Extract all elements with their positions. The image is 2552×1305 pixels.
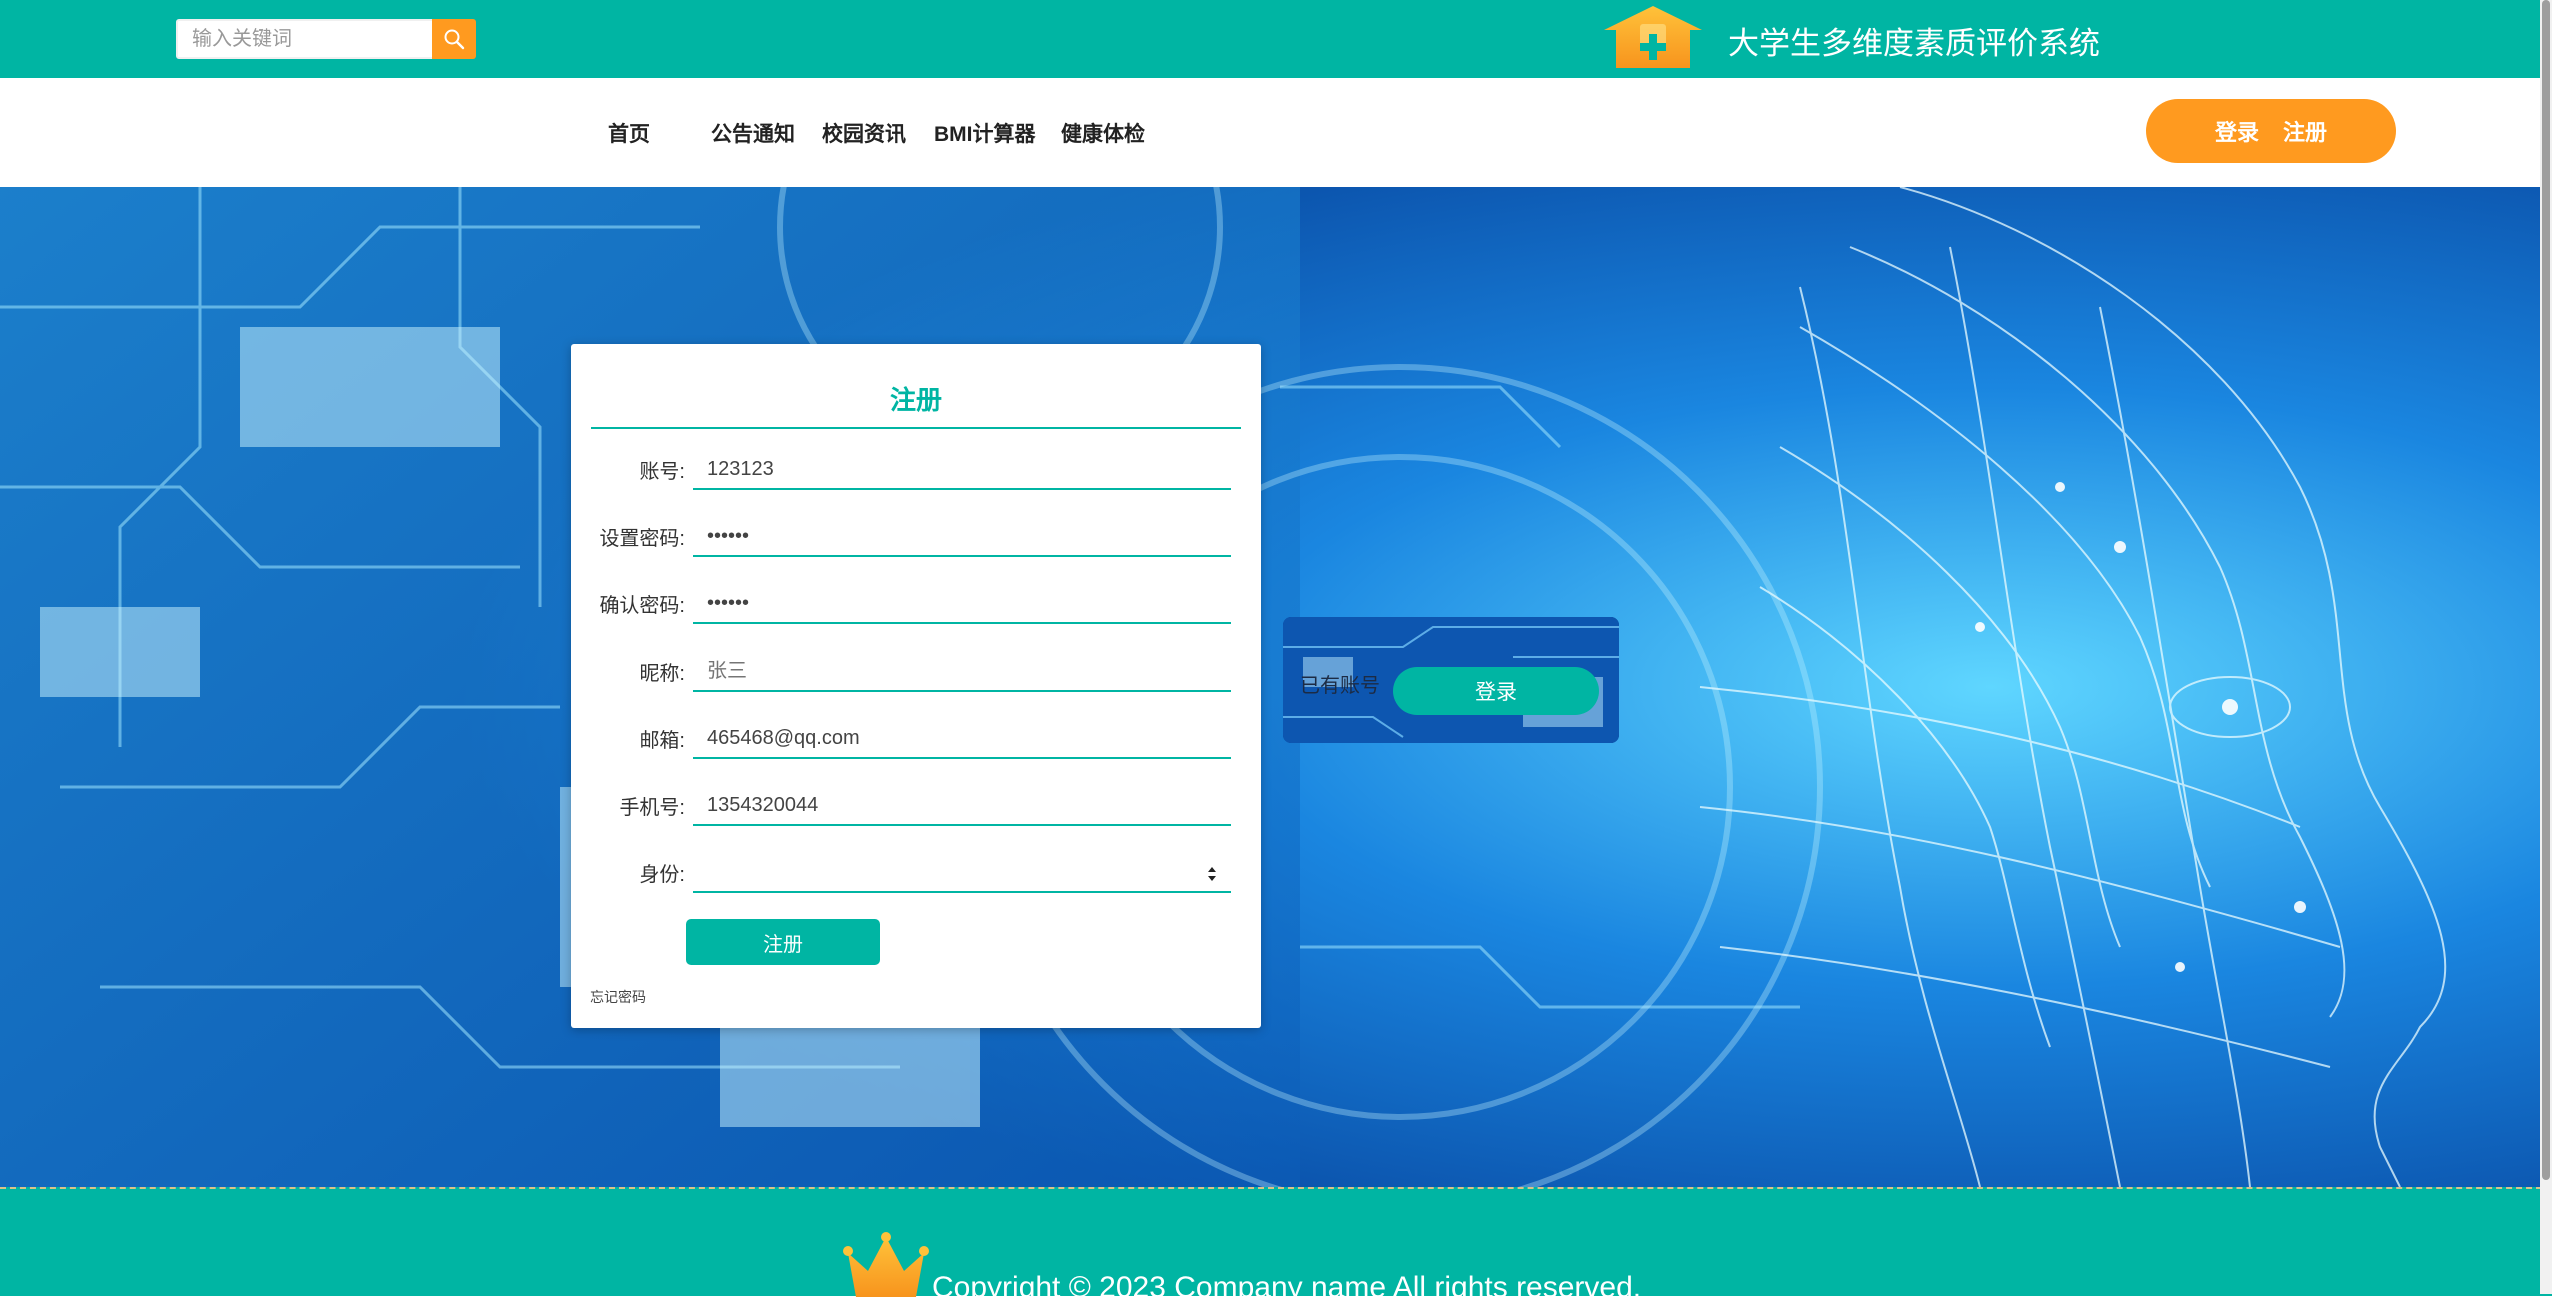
house-plus-icon [1604, 6, 1702, 68]
search-box [176, 19, 476, 59]
search-icon [444, 29, 465, 50]
form-title: 注册 [889, 385, 942, 415]
nav-item-health-check[interactable]: 健康体检 [1061, 118, 1145, 148]
auth-buttons: 登录 注册 [2146, 99, 2396, 163]
tech-face-background [0, 187, 2552, 1187]
nav-item-bmi-calculator[interactable]: BMI计算器 [934, 118, 1036, 148]
nickname-input[interactable] [693, 652, 1231, 692]
nav-item-campus-news[interactable]: 校园资讯 [822, 118, 906, 148]
forgot-password-link[interactable]: 忘记密码 [590, 987, 646, 1007]
phone-input[interactable] [693, 786, 1231, 826]
nav-bar: 首页 公告通知 校园资讯 BMI计算器 健康体检 登录 注册 [0, 78, 2552, 187]
account-input[interactable] [693, 450, 1231, 490]
has-account-text: 已有账号 [1300, 675, 1380, 697]
site-title: 大学生多维度素质评价系统 [1728, 26, 2100, 61]
nav-item-notices[interactable]: 公告通知 [711, 118, 795, 148]
copyright-text: Copyright © 2023 Company name All rights… [932, 1271, 1642, 1304]
register-form: 注册 账号: 设置密码: 确认密码: 昵称: 邮箱: 手机号: 身份: 注册 忘… [571, 344, 1261, 1028]
scrollbar-thumb[interactable] [2542, 0, 2550, 1180]
search-button[interactable] [432, 19, 476, 59]
search-input[interactable] [176, 19, 462, 59]
email-input[interactable] [693, 719, 1231, 759]
login-prompt-box: 已有账号 登录 [1283, 617, 1619, 743]
register-submit-button[interactable]: 注册 [686, 919, 880, 965]
register-link[interactable]: 注册 [2283, 115, 2327, 147]
side-login-button[interactable]: 登录 [1393, 667, 1599, 715]
password-input[interactable] [693, 517, 1231, 557]
email-label: 邮箱: [639, 730, 685, 752]
login-link[interactable]: 登录 [2215, 115, 2259, 147]
nav-item-home[interactable]: 首页 [608, 118, 650, 148]
identity-select[interactable] [693, 853, 1231, 893]
account-label: 账号: [639, 461, 685, 483]
password-label: 设置密码: [599, 528, 685, 550]
confirm-password-label: 确认密码: [599, 595, 685, 617]
top-bar: 大学生多维度素质评价系统 [0, 0, 2552, 78]
nickname-label: 昵称: [639, 663, 685, 685]
hero-background [0, 187, 2552, 1187]
phone-label: 手机号: [619, 797, 685, 819]
crown-icon [843, 1232, 929, 1297]
confirm-password-input[interactable] [693, 584, 1231, 624]
title-divider [591, 427, 1241, 429]
footer: Copyright © 2023 Company name All rights… [0, 1187, 2552, 1304]
identity-label: 身份: [639, 864, 685, 886]
page-scrollbar[interactable] [2540, 0, 2552, 1294]
